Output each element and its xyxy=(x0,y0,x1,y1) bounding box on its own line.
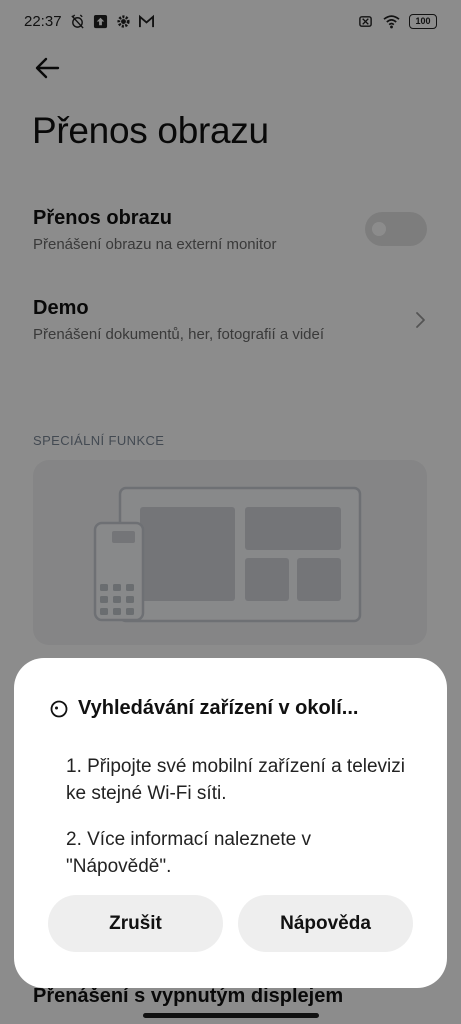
cancel-button[interactable]: Zrušit xyxy=(48,895,223,952)
dialog-instruction-2: 2. Více informací naleznete v "Nápovědě"… xyxy=(66,829,312,877)
dialog-title-row: Vyhledávání zařízení v okolí... xyxy=(50,697,358,720)
loading-spinner-icon xyxy=(50,700,68,717)
help-button[interactable]: Nápověda xyxy=(238,895,413,952)
dialog-title: Vyhledávání zařízení v okolí... xyxy=(78,697,359,719)
dialog-instruction-1: 1. Připojte své mobilní zařízení a telev… xyxy=(66,756,405,804)
home-indicator[interactable] xyxy=(143,1013,319,1018)
